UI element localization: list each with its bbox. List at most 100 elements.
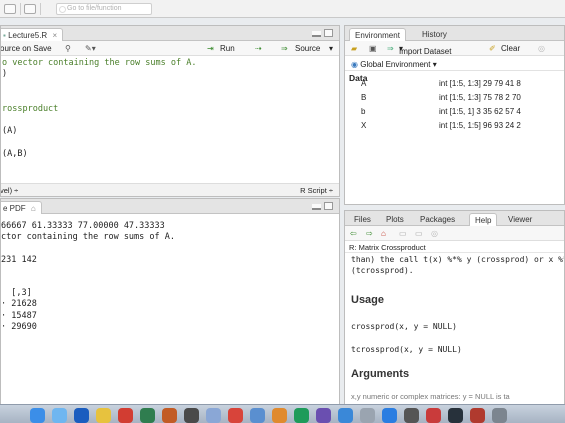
main-toolbar: Go to file/function [0, 0, 565, 18]
help-topic-bar: R: Matrix Crossproduct [345, 241, 564, 253]
print-icon[interactable]: ▭ [399, 229, 407, 238]
back-arrow-icon[interactable]: ⇦ [350, 229, 357, 238]
tab-history[interactable]: History [417, 28, 452, 41]
trash-icon[interactable] [492, 408, 507, 423]
find-icon[interactable] [44, 4, 52, 14]
forward-arrow-icon[interactable]: ⇨ [366, 229, 373, 238]
file-type-selector[interactable]: R Script ÷ [300, 186, 333, 195]
app-icon[interactable] [272, 408, 287, 423]
terminal-icon[interactable] [184, 408, 199, 423]
env-row[interactable]: Bint [1:5, 1:3] 75 78 2 70 [345, 92, 564, 104]
popout-icon[interactable]: ▭ [415, 229, 423, 238]
source-arrow-icon[interactable]: ⇒ [281, 44, 288, 53]
refresh-icon[interactable]: ◎ [538, 44, 545, 53]
print-icon[interactable] [24, 4, 36, 14]
source-statusbar: vel) ÷ R Script ÷ [1, 183, 339, 196]
minimize-icon[interactable] [312, 204, 321, 210]
tab-files[interactable]: Files [349, 213, 376, 226]
scope-selector[interactable]: vel) ÷ [1, 186, 18, 195]
import-icon[interactable]: ⇒ [387, 44, 394, 53]
excel-icon-2[interactable] [294, 408, 309, 423]
source-window-buttons [309, 29, 333, 39]
source-button[interactable]: Source [295, 44, 320, 53]
word-icon[interactable] [74, 408, 89, 423]
appstore-icon[interactable] [338, 408, 353, 423]
powerpoint-icon[interactable] [162, 408, 177, 423]
notes-icon[interactable] [96, 408, 111, 423]
import-dataset-button[interactable]: Import Dataset ▾ [399, 44, 451, 56]
rerun-icon[interactable]: ⇢ [255, 44, 262, 53]
maximize-icon[interactable] [324, 29, 333, 37]
excel-icon[interactable] [140, 408, 155, 423]
tab-plots[interactable]: Plots [381, 213, 409, 226]
calendar-icon[interactable] [118, 408, 133, 423]
clear-button[interactable]: Clear [501, 44, 520, 53]
broom-icon[interactable]: ✐ [489, 44, 496, 53]
env-var-value: int [1:5, 1:3] 29 79 41 8 [439, 79, 521, 88]
console-window-buttons [309, 202, 333, 212]
env-scope-selector[interactable]: ◉ Global Environment ▾ [351, 60, 437, 69]
env-row[interactable]: b int [1:5, 1] 3 35 62 57 4 [345, 106, 564, 118]
mail-icon[interactable] [250, 408, 265, 423]
app-icon-5[interactable] [448, 408, 463, 423]
code-line: ) [2, 69, 8, 80]
env-row[interactable]: Aint [1:5, 1:3] 29 79 41 8 [345, 78, 564, 90]
run-arrow-icon[interactable]: ⇥ [207, 44, 214, 53]
home-icon[interactable]: ⌂ [381, 229, 386, 238]
env-tabbar: Environment History [345, 26, 564, 41]
close-tab-icon[interactable]: × [52, 31, 57, 40]
console-output[interactable]: 66667 61.33333 77.00000 47.33333 ctor con… [1, 221, 175, 333]
dock [0, 404, 565, 423]
app-icon-4[interactable] [426, 408, 441, 423]
save-icon[interactable] [4, 4, 16, 14]
app-icon-3[interactable] [404, 408, 419, 423]
arguments-line: x,y numeric or complex matrices: y = NUL… [351, 392, 510, 401]
preview-icon[interactable] [206, 408, 221, 423]
maximize-icon[interactable] [324, 202, 333, 210]
env-row[interactable]: Xint [1:5, 1:5] 96 93 24 2 [345, 120, 564, 132]
save-icon[interactable]: ▣ [369, 44, 377, 53]
rstudio-icon[interactable] [382, 408, 397, 423]
search-icon[interactable]: ⚲ [65, 44, 71, 53]
help-topic: R: Matrix Crossproduct [349, 243, 426, 252]
source-editor[interactable]: o vector containing the row sums of A.) r… [1, 58, 339, 161]
source-tabbar: ▪ Lecture5.R × [1, 26, 339, 41]
console-line: · 15487 [1, 310, 37, 321]
tab-viewer[interactable]: Viewer [503, 213, 537, 226]
source-on-save-label[interactable]: ource on Save [1, 44, 52, 53]
close-tab-icon[interactable]: ⌂ [31, 204, 36, 213]
env-var-value: int [1:5, 1] 3 35 62 57 4 [439, 107, 521, 116]
env-var-name: b [361, 107, 366, 116]
wand-icon[interactable]: ✎▾ [85, 44, 96, 53]
app-icon-6[interactable] [470, 408, 485, 423]
tab-packages[interactable]: Packages [415, 213, 460, 226]
acrobat-icon[interactable] [228, 408, 243, 423]
tab-environment[interactable]: Environment [349, 28, 406, 41]
usage-line-1: crossprod(x, y = NULL) [351, 322, 457, 331]
goto-file-input[interactable]: Go to file/function [56, 3, 152, 15]
help-intro-2: (tcrossprod). [351, 266, 414, 275]
arguments-heading: Arguments [351, 368, 410, 380]
tab-label: e PDF [3, 204, 26, 213]
safari-icon[interactable] [52, 408, 67, 423]
tab-lecture5[interactable]: ▪ Lecture5.R × [1, 28, 64, 41]
minimize-icon[interactable] [312, 31, 321, 37]
env-var-value: int [1:5, 1:3] 75 78 2 70 [439, 93, 521, 102]
open-folder-icon[interactable]: ▰ [351, 44, 357, 53]
refresh-icon[interactable]: ◎ [431, 229, 438, 238]
chevron-down-icon[interactable]: ▾ [329, 44, 333, 53]
console-pane: e PDF ⌂ 66667 61.33333 77.00000 47.33333… [0, 198, 340, 406]
usage-heading: Usage [351, 294, 385, 306]
tab-console[interactable]: e PDF ⌂ [1, 201, 42, 214]
app-icon-2[interactable] [316, 408, 331, 423]
tab-help[interactable]: Help [469, 213, 498, 226]
settings-icon[interactable] [360, 408, 375, 423]
finder-icon[interactable] [30, 408, 45, 423]
env-var-name: A [361, 79, 367, 88]
run-button[interactable]: Run [220, 44, 235, 53]
